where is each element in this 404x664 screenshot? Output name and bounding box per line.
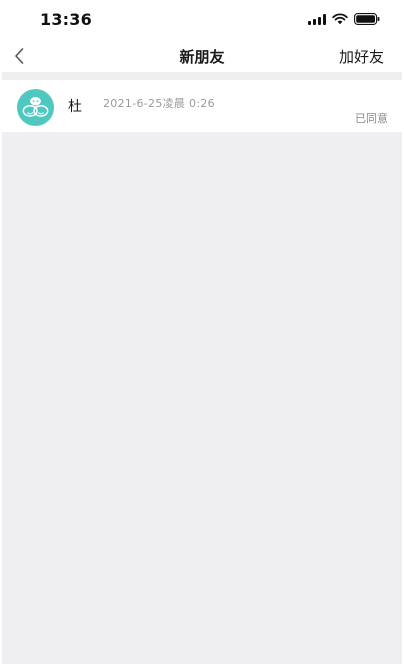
avatar bbox=[17, 89, 54, 126]
request-time: 2021-6-25凌晨 0:26 bbox=[103, 97, 215, 110]
add-friend-button[interactable]: 加好友 bbox=[339, 46, 384, 67]
status-icons bbox=[308, 12, 380, 26]
battery-icon bbox=[354, 13, 380, 25]
friend-name: 杜 bbox=[68, 99, 82, 115]
nav-bar: 新朋友 加好友 bbox=[0, 40, 404, 72]
left-edge bbox=[0, 72, 2, 664]
section-divider bbox=[0, 72, 404, 80]
friend-request-row[interactable]: 杜 2021-6-25凌晨 0:26 已同意 bbox=[2, 80, 402, 132]
status-time: 13:36 bbox=[40, 10, 92, 29]
cellular-signal-icon bbox=[308, 13, 326, 25]
wifi-icon bbox=[332, 13, 348, 25]
request-status: 已同意 bbox=[355, 112, 388, 125]
status-bar: 13:36 bbox=[0, 0, 404, 40]
